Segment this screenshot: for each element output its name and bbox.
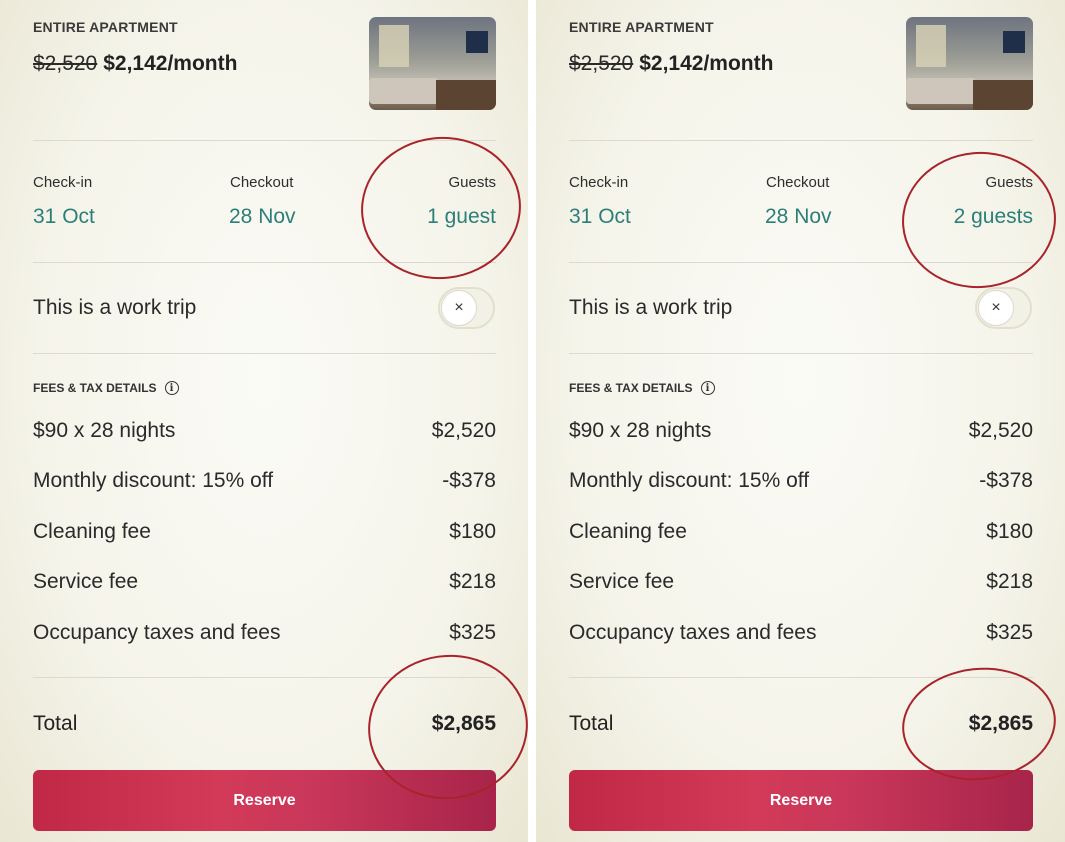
thumbnail-sofa (369, 78, 439, 104)
fee-row: Service fee $218 (33, 570, 496, 600)
fee-label: Cleaning fee (33, 520, 151, 543)
guests-label: Guests (448, 174, 496, 191)
close-icon: × (441, 290, 477, 326)
checkin-label: Check-in (33, 174, 93, 191)
total-amount: $2,865 (968, 712, 1033, 735)
fee-row: $90 x 28 nights $2,520 (33, 419, 496, 449)
divider (569, 140, 1033, 141)
total-label: Total (33, 712, 78, 735)
thumbnail-floor (973, 80, 1033, 110)
fees-header: FEES & TAX DETAILS i (33, 381, 179, 395)
fee-row: Cleaning fee $180 (33, 520, 496, 550)
fee-label: Occupancy taxes and fees (33, 621, 281, 644)
booking-panel-left: ENTIRE APARTMENT $2,520 $2,142/month Chec… (0, 0, 528, 842)
divider (33, 353, 496, 354)
fee-row: Cleaning fee $180 (569, 520, 1033, 550)
fee-amount: -$378 (442, 469, 496, 492)
checkin-date[interactable]: 31 Oct (33, 205, 95, 229)
original-price: $2,520 (33, 52, 98, 75)
fee-amount: $325 (986, 621, 1033, 644)
fee-label: Service fee (569, 570, 675, 593)
fee-row: Monthly discount: 15% off -$378 (33, 469, 496, 499)
fee-label: $90 x 28 nights (569, 419, 712, 442)
fee-row: Service fee $218 (569, 570, 1033, 600)
thumbnail-floor (436, 80, 496, 110)
listing-thumbnail[interactable] (369, 17, 496, 110)
original-price: $2,520 (569, 52, 634, 75)
info-icon[interactable]: i (164, 381, 179, 395)
price-line: $2,520 $2,142/month (33, 52, 237, 76)
checkin-date[interactable]: 31 Oct (569, 205, 631, 229)
discounted-price: $2,142/month (103, 52, 238, 75)
guests-label: Guests (985, 174, 1033, 191)
fee-amount: -$378 (979, 469, 1033, 492)
guests-value[interactable]: 2 guests (954, 205, 1033, 229)
divider (569, 353, 1033, 354)
thumbnail-sofa (906, 78, 976, 104)
fee-amount: $2,520 (968, 419, 1033, 442)
fees-header-label: FEES & TAX DETAILS (33, 381, 157, 395)
booking-panel-right: ENTIRE APARTMENT $2,520 $2,142/month Chec… (536, 0, 1065, 842)
guests-value[interactable]: 1 guest (427, 205, 496, 229)
reserve-button[interactable]: Reserve (33, 770, 496, 831)
price-line: $2,520 $2,142/month (569, 52, 773, 76)
property-type: ENTIRE APARTMENT (569, 19, 714, 35)
fee-label: Monthly discount: 15% off (569, 469, 810, 492)
checkin-label: Check-in (569, 174, 629, 191)
checkout-label: Checkout (230, 174, 294, 191)
fee-row: Occupancy taxes and fees $325 (569, 621, 1033, 651)
fee-label: $90 x 28 nights (33, 419, 176, 442)
divider (33, 677, 496, 678)
fee-amount: $325 (449, 621, 496, 644)
divider (33, 262, 496, 263)
discounted-price: $2,142/month (639, 52, 774, 75)
work-trip-label: This is a work trip (569, 296, 733, 319)
checkout-date[interactable]: 28 Nov (765, 205, 832, 229)
info-icon[interactable]: i (700, 381, 715, 395)
work-trip-toggle[interactable]: × (438, 287, 495, 329)
thumbnail-window (916, 25, 946, 67)
divider (569, 262, 1033, 263)
fee-label: Service fee (33, 570, 139, 593)
fee-label: Monthly discount: 15% off (33, 469, 274, 492)
fee-label: Occupancy taxes and fees (569, 621, 817, 644)
thumbnail-tv (1003, 31, 1025, 53)
thumbnail-window (379, 25, 409, 67)
fee-label: Cleaning fee (569, 520, 687, 543)
total-label: Total (569, 712, 614, 735)
close-icon: × (978, 290, 1014, 326)
thumbnail-tv (466, 31, 488, 53)
fee-row: Occupancy taxes and fees $325 (33, 621, 496, 651)
fee-amount: $180 (449, 520, 496, 543)
fee-row: Monthly discount: 15% off -$378 (569, 469, 1033, 499)
fees-header: FEES & TAX DETAILS i (569, 381, 715, 395)
work-trip-label: This is a work trip (33, 296, 197, 319)
comparison-screenshot: ENTIRE APARTMENT $2,520 $2,142/month Chec… (0, 0, 1065, 842)
divider (569, 677, 1033, 678)
total-amount: $2,865 (431, 712, 496, 735)
property-type: ENTIRE APARTMENT (33, 19, 178, 35)
reserve-button[interactable]: Reserve (569, 770, 1033, 831)
divider (33, 140, 496, 141)
fee-row: $90 x 28 nights $2,520 (569, 419, 1033, 449)
fee-amount: $180 (986, 520, 1033, 543)
fee-amount: $218 (986, 570, 1033, 593)
work-trip-toggle[interactable]: × (975, 287, 1032, 329)
listing-thumbnail[interactable] (906, 17, 1033, 110)
checkout-label: Checkout (766, 174, 830, 191)
fee-amount: $2,520 (431, 419, 496, 442)
fee-amount: $218 (449, 570, 496, 593)
checkout-date[interactable]: 28 Nov (229, 205, 296, 229)
fees-header-label: FEES & TAX DETAILS (569, 381, 693, 395)
